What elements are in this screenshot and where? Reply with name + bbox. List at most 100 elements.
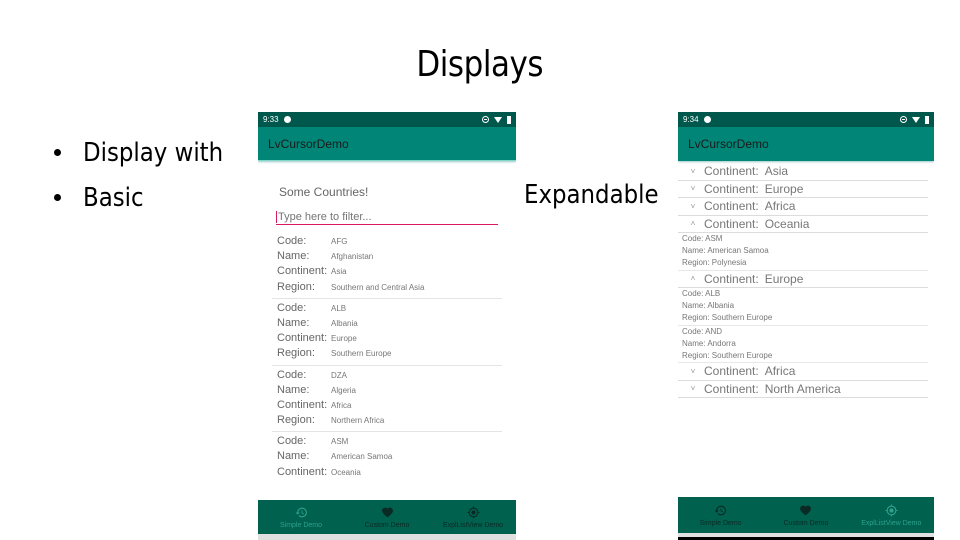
field-label: Code:	[277, 301, 307, 314]
status-time: 9:34	[683, 115, 699, 124]
record-row-continent: Continent: Oceania	[277, 466, 502, 481]
field-label: Continent:	[277, 398, 328, 411]
heart-icon	[381, 505, 394, 519]
bottom-navigation: Simple Demo Custom Demo ExplListView Demo	[678, 497, 934, 533]
field-value: Africa	[331, 400, 352, 410]
heart-icon	[799, 503, 812, 517]
group-header[interactable]: ˄ Continent: Europe	[678, 271, 928, 289]
dnd-icon	[900, 116, 907, 123]
nav-item-expllistview-demo[interactable]: ExplListView Demo	[849, 503, 933, 527]
child-line: Code: ASM	[682, 234, 723, 243]
country-record[interactable]: Code: DZA Name: Algeria Continent: Africa Regi…	[272, 366, 502, 433]
bullet-item: Display with	[54, 130, 242, 175]
record-row-name: Name: Afghanistan	[277, 250, 502, 265]
wifi-icon	[494, 116, 502, 123]
filter-input[interactable]	[278, 210, 478, 223]
field-value: Algeria	[331, 385, 356, 395]
app-bar: LvCursorDemo	[678, 127, 934, 161]
child-line: Code: ALB	[682, 289, 721, 299]
list-heading: Some Countries!	[279, 185, 369, 199]
record-row-name: Name: Albania	[277, 317, 502, 332]
group-key: Continent:	[704, 364, 759, 379]
chevron-up-icon: ˄	[690, 219, 696, 229]
wifi-icon	[912, 116, 920, 123]
nav-label: Custom Demo	[364, 522, 410, 529]
group-value: Europe	[764, 271, 804, 286]
status-bar: 9:33	[258, 112, 516, 127]
notification-icon	[703, 116, 711, 123]
group-label: Continent: Africa	[704, 364, 795, 378]
field-value: ASM	[331, 437, 349, 447]
record-row-name: Name: American Samoa	[277, 450, 502, 465]
status-bar: 9:34	[678, 112, 934, 127]
nav-label: Simple Demo	[699, 520, 742, 527]
child-line: Region: Southern Europe	[682, 313, 773, 323]
group-value: Asia	[764, 164, 789, 179]
filter-field[interactable]	[276, 209, 498, 225]
group-header[interactable]: ˅ Continent: North America	[678, 381, 928, 399]
child-item[interactable]: Code: AND Name: Andorra Region: Southern E…	[678, 326, 928, 364]
app-title: LvCursorDemo	[688, 137, 769, 151]
country-record[interactable]: Code: ALB Name: Albania Continent: Europe Regi…	[272, 299, 502, 366]
group-key: Continent:	[704, 199, 759, 214]
group-value: Africa	[764, 364, 796, 379]
field-value: Albania	[331, 318, 358, 328]
nav-label: ExplListView Demo	[861, 520, 922, 527]
child-item[interactable]: Code: ASM Name: American Samoa Region: Pol…	[678, 233, 928, 271]
phone-screenshot-simple: 9:33 LvCursorDemo Some Countries! Code: A…	[258, 112, 516, 540]
group-label: Continent: Oceania	[704, 217, 809, 231]
field-value: American Samoa	[331, 452, 393, 462]
nav-label: Custom Demo	[783, 520, 829, 527]
child-item[interactable]: Code: ALB Name: Albania Region: Southern E…	[678, 288, 928, 326]
record-row-continent: Continent: Asia	[277, 265, 502, 280]
group-header[interactable]: ˅ Continent: Europe	[678, 181, 928, 198]
nav-item-simple-demo[interactable]: Simple Demo	[678, 503, 762, 527]
child-line: Name: Albania	[682, 301, 735, 311]
field-value: ALB	[331, 303, 347, 313]
nav-item-custom-demo[interactable]: Custom Demo	[344, 505, 429, 529]
nav-item-custom-demo[interactable]: Custom Demo	[764, 503, 848, 527]
bottom-navigation: Simple Demo Custom Demo ExplListView Demo	[258, 500, 516, 534]
record-row-code: Code: AFG	[277, 235, 502, 250]
field-label: Region:	[277, 414, 315, 427]
chevron-down-icon: ˅	[690, 166, 696, 176]
country-record[interactable]: Code: AFG Name: Afghanistan Continent: Asia Re…	[272, 232, 502, 299]
group-key: Continent:	[704, 164, 759, 179]
field-label: Region:	[277, 280, 315, 293]
chevron-up-icon: ˄	[690, 274, 696, 284]
app-title: LvCursorDemo	[268, 136, 349, 151]
group-value: Africa	[764, 199, 796, 214]
nav-item-simple-demo[interactable]: Simple Demo	[258, 505, 343, 529]
field-label: Name:	[277, 383, 310, 396]
bullet-dot-icon	[54, 149, 61, 156]
field-label: Region:	[277, 347, 315, 360]
field-label: Continent:	[277, 465, 328, 478]
group-header[interactable]: ˅ Continent: Asia	[678, 163, 928, 181]
app-bar: LvCursorDemo	[258, 127, 516, 161]
group-header[interactable]: ˅ Continent: Africa	[678, 363, 928, 381]
group-value: Europe	[764, 181, 804, 196]
nav-label: ExplListView Demo	[442, 522, 504, 529]
slide-title: Displays	[416, 44, 544, 85]
group-label: Continent: Asia	[704, 164, 788, 178]
field-label: Continent:	[277, 332, 328, 345]
field-label: Continent:	[277, 265, 328, 278]
country-record[interactable]: Code: ASM Name: American Samoa Continent: Oce…	[272, 432, 502, 483]
group-label: Continent: North America	[704, 382, 841, 396]
field-label: Code:	[277, 235, 307, 247]
group-label: Continent: Africa	[704, 199, 795, 213]
nav-item-expllistview-demo[interactable]: ExplListView Demo	[430, 505, 515, 529]
group-header[interactable]: ˄ Continent: Oceania	[678, 216, 928, 233]
battery-icon	[925, 115, 929, 124]
field-value: Northern Africa	[331, 416, 385, 426]
country-list[interactable]: Code: AFG Name: Afghanistan Continent: Asia Re…	[272, 232, 502, 483]
record-row-continent: Continent: Europe	[277, 332, 502, 347]
chevron-down-icon: ˅	[690, 184, 696, 194]
nav-label: Simple Demo	[279, 522, 322, 529]
text-cursor	[276, 210, 277, 223]
group-header[interactable]: ˅ Continent: Africa	[678, 198, 928, 216]
bullet-list: Display with Basic	[54, 130, 242, 220]
status-time: 9:33	[263, 115, 279, 124]
dnd-icon	[482, 116, 489, 123]
expandable-list[interactable]: ˅ Continent: Asia ˅ Continent: Europe ˅ Contine…	[678, 163, 934, 399]
